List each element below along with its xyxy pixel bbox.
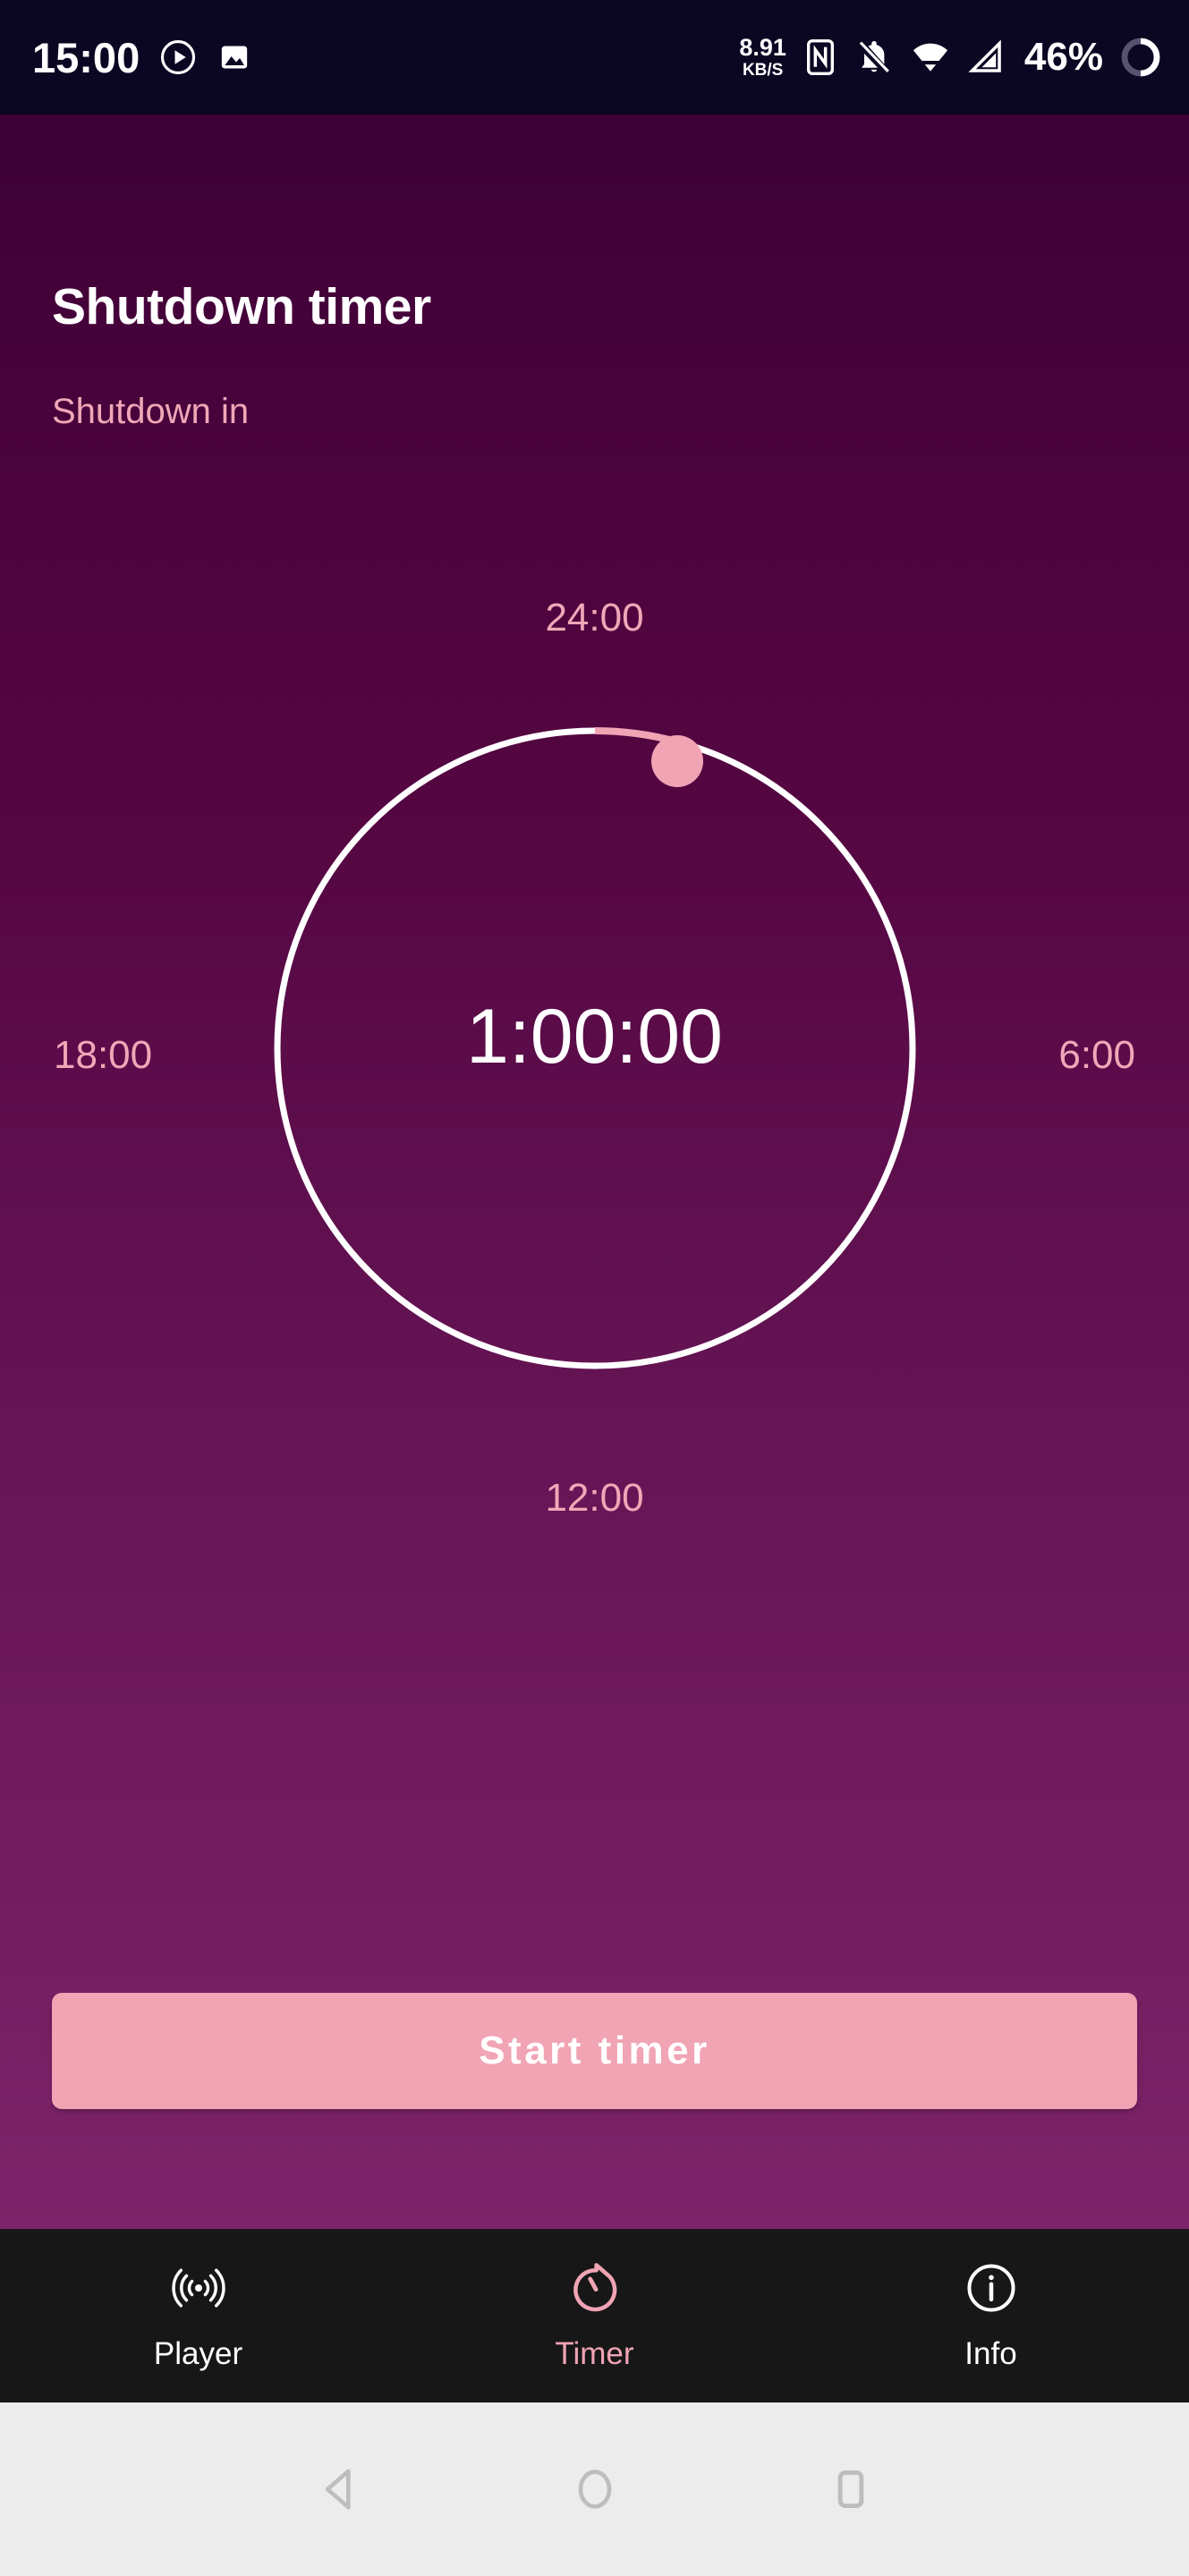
nav-item-info-label: Info — [964, 2336, 1017, 2371]
back-triangle-icon[interactable] — [311, 2462, 367, 2517]
timer-icon — [566, 2259, 624, 2317]
signal-icon — [967, 38, 1005, 77]
timer-dial[interactable]: 24:00 18:00 6:00 12:00 1:00:00 — [0, 469, 1189, 1520]
page-subtitle: Shutdown in — [52, 392, 250, 431]
info-circle-icon — [963, 2259, 1020, 2317]
notifications-off-icon — [854, 38, 894, 77]
home-circle-icon[interactable] — [567, 2462, 623, 2517]
start-timer-button[interactable]: Start timer — [52, 1993, 1137, 2109]
dial-tick-bottom: 12:00 — [545, 1476, 644, 1520]
bottom-navigation: Player Timer Info — [0, 2229, 1189, 2402]
play-circle-icon — [159, 38, 197, 76]
android-navigation-bar — [0, 2402, 1189, 2576]
nav-item-info[interactable]: Info — [793, 2259, 1189, 2372]
status-bar-clock: 15:00 — [32, 33, 140, 81]
phone-screen: 15:00 8.91 KB/S 46% Shutdown timer Shutd… — [0, 0, 1189, 2576]
status-bar-right: 8.91 KB/S 46% — [739, 35, 1162, 80]
recents-square-icon[interactable] — [823, 2462, 879, 2517]
dial-center-time: 1:00:00 — [466, 994, 723, 1080]
nav-item-player-label: Player — [153, 2336, 243, 2371]
wifi-icon — [910, 38, 951, 77]
image-icon — [217, 39, 252, 75]
broadcast-icon — [170, 2259, 227, 2317]
status-bar-left: 15:00 — [32, 37, 252, 79]
nfc-icon — [803, 38, 838, 77]
page-title: Shutdown timer — [52, 278, 431, 335]
nav-item-timer[interactable]: Timer — [396, 2259, 793, 2372]
battery-ring-icon — [1119, 36, 1162, 79]
battery-percent: 46% — [1023, 35, 1103, 79]
dial-tick-top: 24:00 — [545, 596, 644, 640]
nav-item-timer-label: Timer — [555, 2336, 634, 2371]
app-content: Shutdown timer Shutdown in 24:00 18:00 6… — [0, 114, 1189, 2229]
dial-knob — [651, 735, 703, 787]
status-bar: 15:00 8.91 KB/S 46% — [0, 0, 1189, 114]
network-speed: 8.91 KB/S — [739, 34, 786, 80]
nav-item-player[interactable]: Player — [0, 2259, 396, 2372]
network-speed-unit: KB/S — [742, 61, 784, 80]
network-speed-value: 8.91 — [739, 34, 786, 61]
